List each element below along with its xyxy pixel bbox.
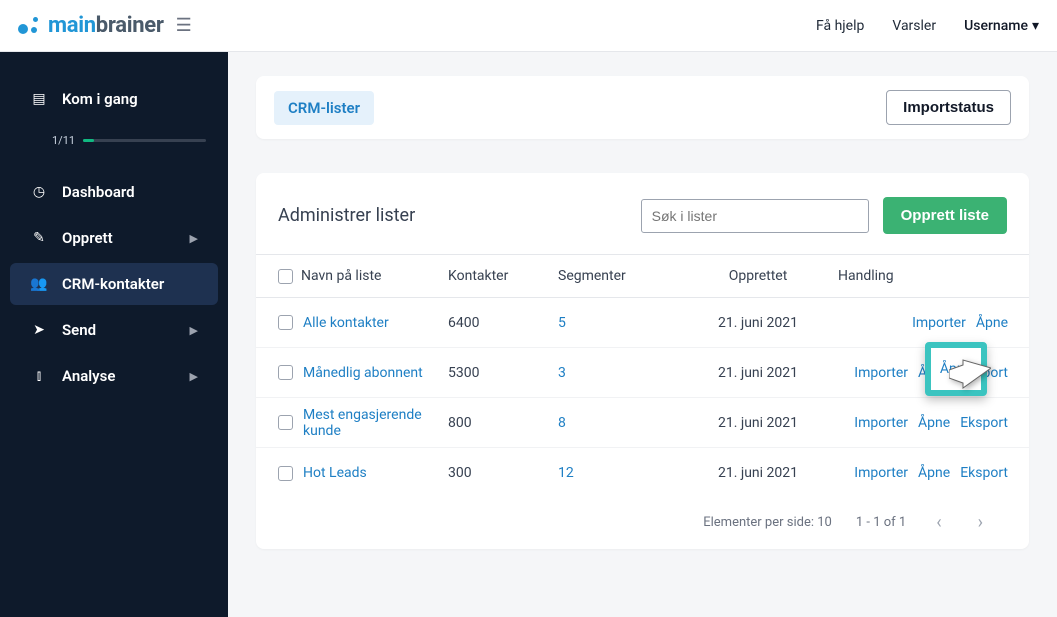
table-row: Mest engasjerende kunde8008 21. juni 2021… [256, 398, 1029, 448]
segments-link[interactable]: 12 [558, 465, 574, 481]
sidebar-item-opprett[interactable]: ✎ Opprett ▶ [10, 217, 218, 259]
contacts-value: 5300 [448, 365, 558, 381]
open-link[interactable]: Åpne [976, 315, 1008, 331]
chevron-right-icon: ▶ [190, 370, 198, 383]
progress-count: 1/11 [52, 134, 75, 147]
table-row: Hot Leads 30012 21. juni 2021 Importer Åpne E… [256, 448, 1029, 498]
users-icon: 👥 [30, 276, 48, 292]
sidebar-item-label: Kom i gang [62, 90, 198, 108]
row-checkbox[interactable] [278, 415, 293, 430]
create-list-button[interactable]: Opprett liste [883, 197, 1007, 234]
export-link[interactable]: Eksport [960, 415, 1008, 431]
sidebar: ▤ Kom i gang 1/11 ◷ Dashboard ✎ Opprett ▶ 👥 CR… [0, 52, 228, 617]
sidebar-item-label: Analyse [62, 367, 176, 385]
sidebar-item-getstarted[interactable]: ▤ Kom i gang [10, 78, 218, 120]
col-actions: Handling [838, 268, 894, 284]
pager-range: 1 - 1 of 1 [856, 515, 906, 530]
sidebar-item-crmkontakter[interactable]: 👥 CRM-kontakter [10, 263, 218, 305]
tutorial-arrow-icon [949, 358, 991, 394]
sidebar-item-send[interactable]: ➤ Send ▶ [10, 309, 218, 351]
pager-per-side: Elementer per side: 10 [703, 515, 832, 530]
checklist-icon: ▤ [30, 91, 48, 107]
list-name-link[interactable]: Mest engasjerende kunde [303, 407, 448, 439]
sidebar-item-label: Send [62, 321, 176, 339]
sidebar-item-label: Dashboard [62, 183, 198, 201]
tab-crm-lists[interactable]: CRM-lister [274, 91, 374, 125]
import-link[interactable]: Importer [912, 315, 966, 331]
chevron-right-icon: ▶ [190, 232, 198, 245]
progress-bar [83, 139, 206, 142]
sidebar-item-label: CRM-kontakter [62, 275, 198, 293]
user-menu[interactable]: Username ▾ [964, 18, 1039, 34]
contacts-value: 300 [448, 465, 558, 481]
open-link[interactable]: Åpne [918, 415, 950, 431]
username-label: Username [964, 18, 1028, 34]
plane-icon: ➤ [30, 322, 48, 338]
row-checkbox[interactable] [278, 315, 293, 330]
row-checkbox[interactable] [278, 365, 293, 380]
sidebar-item-label: Opprett [62, 229, 176, 247]
contacts-value: 800 [448, 415, 558, 431]
contacts-value: 6400 [448, 315, 558, 331]
created-value: 21. juni 2021 [678, 415, 838, 431]
chevron-right-icon: ▶ [190, 324, 198, 337]
logo-icon [18, 14, 42, 38]
search-input[interactable] [641, 199, 869, 233]
table-row: Alle kontakter 64005 21. juni 2021 Importer… [256, 298, 1029, 348]
segments-link[interactable]: 3 [558, 365, 566, 381]
col-created: Opprettet [729, 268, 788, 284]
col-contacts: Kontakter [448, 268, 508, 284]
list-name-link[interactable]: Hot Leads [303, 465, 367, 481]
import-link[interactable]: Importer [854, 365, 908, 381]
created-value: 21. juni 2021 [678, 315, 838, 331]
import-link[interactable]: Importer [854, 465, 908, 481]
logo-text-main: main [48, 13, 96, 38]
gauge-icon: ◷ [30, 184, 48, 200]
caret-down-icon: ▾ [1032, 18, 1039, 34]
created-value: 21. juni 2021 [678, 365, 838, 381]
pager-prev-button[interactable]: ‹ [930, 512, 947, 533]
chart-icon: ⫾ [30, 368, 48, 384]
created-value: 21. juni 2021 [678, 465, 838, 481]
pager-next-button[interactable]: › [972, 512, 989, 533]
help-link[interactable]: Få hjelp [816, 18, 864, 34]
col-segments: Segmenter [558, 268, 626, 284]
getstarted-progress: 1/11 [0, 134, 228, 147]
sidebar-item-dashboard[interactable]: ◷ Dashboard [10, 171, 218, 213]
sidebar-item-analyse[interactable]: ⫾ Analyse ▶ [10, 355, 218, 397]
row-checkbox[interactable] [278, 466, 293, 481]
open-link[interactable]: Åpne [918, 465, 950, 481]
import-link[interactable]: Importer [854, 415, 908, 431]
list-name-link[interactable]: Månedlig abonnent [303, 365, 423, 381]
select-all-checkbox[interactable] [278, 269, 293, 284]
menu-toggle-icon[interactable]: ☰ [176, 15, 192, 36]
list-name-link[interactable]: Alle kontakter [303, 315, 389, 331]
segments-link[interactable]: 5 [558, 315, 566, 331]
logo-text-brainer: brainer [96, 13, 164, 38]
alerts-link[interactable]: Varsler [892, 18, 936, 34]
col-name: Navn på liste [301, 268, 381, 284]
importstatus-button[interactable]: Importstatus [886, 90, 1011, 125]
export-link[interactable]: Eksport [960, 465, 1008, 481]
segments-link[interactable]: 8 [558, 415, 566, 431]
page-title: Administrer lister [278, 205, 641, 226]
pencil-icon: ✎ [30, 230, 48, 246]
brand-logo: mainbrainer [18, 13, 164, 38]
table-row: Månedlig abonnent 53003 21. juni 2021 Impor… [256, 348, 1029, 398]
tutorial-highlight: Åpne [925, 342, 987, 396]
